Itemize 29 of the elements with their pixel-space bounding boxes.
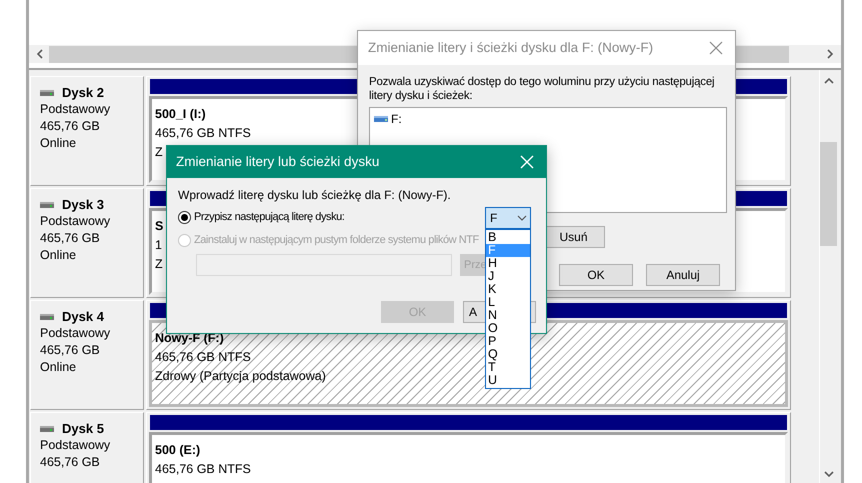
disk-name: Dysk 4 — [62, 308, 104, 325]
partition-detail: 465,76 GB NTFS — [155, 349, 251, 366]
disk-size: 465,76 GB — [40, 230, 101, 247]
partition-detail: Zdrowy (Partycja podstawowa) — [155, 368, 326, 385]
partition-detail: 465,76 GB NTFS — [155, 461, 251, 478]
disk-size: 465,76 GB — [40, 342, 101, 359]
partition-name: S — [155, 218, 164, 235]
disk-status: Online — [40, 247, 78, 264]
disk-status: Online — [40, 359, 78, 376]
partition-detail: 465,76 GB NTFS — [155, 125, 251, 142]
disk-size: 465,76 GB — [40, 118, 101, 135]
disk-name: Dysk 3 — [62, 196, 104, 213]
disk-name: Dysk 2 — [62, 84, 104, 101]
disk-type: Podstawowy — [40, 437, 112, 454]
disk-name: Dysk 5 — [62, 420, 104, 437]
disk-type: Podstawowy — [40, 325, 112, 342]
dialog-title: Zmienianie litery i ścieżki dysku dla F: (Nowy-F) — [368, 38, 654, 57]
disk-type: Podstawowy — [40, 213, 112, 230]
partition-name: 500 (E:) — [155, 442, 200, 459]
disk-status: Online — [40, 135, 78, 152]
description-text: Pozwala uzyskiwać dostęp do tego woluminu przy użyciu następującej litery dysku i ścieżek: — [369, 75, 716, 103]
disk-size: 465,76 GB — [40, 454, 101, 471]
disk-type: Podstawowy — [40, 101, 112, 118]
radio-label: Zainstaluj w następującym pustym folderze systemu plików NTF — [194, 232, 479, 248]
partition-detail: 1 — [155, 237, 162, 254]
partition-detail: Z — [155, 256, 163, 273]
radio-label: Przypisz następującą literę dysku: — [194, 210, 344, 225]
partition-detail: Z — [155, 144, 163, 161]
partition-name: 500_I (I:) — [155, 106, 206, 123]
